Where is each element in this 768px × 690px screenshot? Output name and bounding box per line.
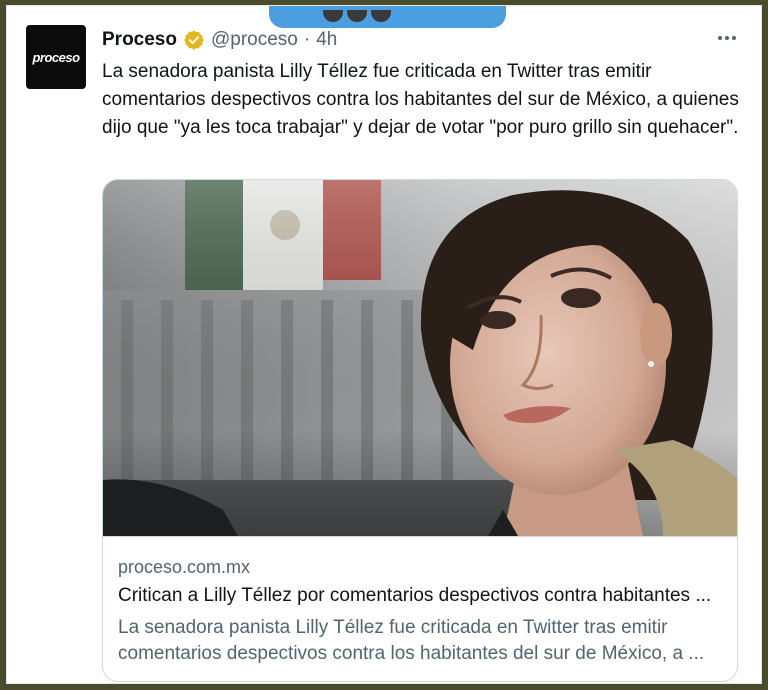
avatar-logo-text: proceso: [32, 49, 80, 65]
tweet-container: proceso Proceso @proceso · 4h La senador…: [6, 5, 762, 684]
more-options-icon[interactable]: [712, 28, 742, 48]
tweet-text: La senadora panista Lilly Téllez fue cri…: [102, 61, 739, 138]
card-meta: proceso.com.mx Critican a Lilly Téllez p…: [103, 536, 737, 681]
card-title[interactable]: Critican a Lilly Téllez por comentarios …: [118, 585, 728, 607]
author-name[interactable]: Proceso: [102, 29, 177, 51]
verified-badge-icon: [183, 29, 205, 51]
pill-avatar: [369, 8, 393, 24]
avatar[interactable]: proceso: [26, 25, 86, 89]
card-domain: proceso.com.mx: [118, 557, 251, 577]
separator-dot: ·: [303, 29, 311, 50]
timestamp[interactable]: 4h: [316, 29, 337, 51]
card-description: La senadora panista Lilly Téllez fue cri…: [118, 617, 705, 664]
new-posts-pill[interactable]: [269, 6, 506, 28]
tweet-header: Proceso @proceso · 4h: [102, 28, 337, 52]
pill-avatar: [321, 8, 345, 24]
pill-avatar: [345, 8, 369, 24]
link-card[interactable]: proceso.com.mx Critican a Lilly Téllez p…: [102, 179, 738, 682]
author-handle[interactable]: @proceso: [211, 29, 298, 51]
article-photo: [103, 180, 737, 536]
